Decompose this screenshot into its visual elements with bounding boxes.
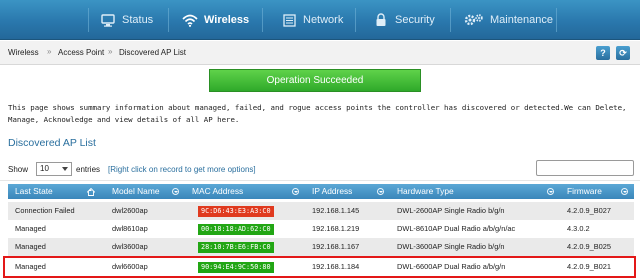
nav-tab-label: Status xyxy=(122,14,154,26)
cell-model-name: dwl2600ap xyxy=(112,206,148,215)
column-header-firmware[interactable]: Firmware xyxy=(560,184,634,199)
network-icon xyxy=(281,12,297,28)
divider xyxy=(0,180,640,181)
cell-model-name: dwl3600ap xyxy=(112,242,148,251)
column-label: Firmware xyxy=(567,186,602,196)
section-title: Discovered AP List xyxy=(8,137,96,149)
nav-tab-label: Maintenance xyxy=(490,14,553,26)
column-label: MAC Address xyxy=(192,186,244,196)
table-row[interactable]: Managed dwl8610ap 00:18:18:AD:62:C0 192.… xyxy=(8,220,634,238)
nav-tab-label: Network xyxy=(303,14,344,26)
table-row[interactable]: Connection Failed dwl2600ap 9C:D6:43:E3:… xyxy=(8,202,634,220)
page-description: This page shows summary information abou… xyxy=(8,103,627,124)
cell-ip-address: 192.168.1.145 xyxy=(312,206,360,215)
breadcrumb: Wireless » Access Point » Discovered AP … xyxy=(0,41,640,65)
nav-divider xyxy=(262,8,263,32)
nav-tab-label: Wireless xyxy=(204,14,250,26)
breadcrumb-separator: » xyxy=(47,47,52,56)
cell-ip-address: 192.168.1.219 xyxy=(312,224,360,233)
cell-hardware-type: DWL-3600AP Single Radio b/g/n xyxy=(397,242,505,251)
cell-last-state: Managed xyxy=(15,242,46,251)
cell-mac-address: 9C:D6:43:E3:A3:C0 xyxy=(198,202,274,220)
breadcrumb-current: Discovered AP List xyxy=(119,48,186,57)
select-value: 10 xyxy=(40,164,49,173)
nav-tab-network[interactable]: Network xyxy=(281,0,343,40)
refresh-button[interactable]: ⟳ xyxy=(616,46,630,60)
table-row[interactable]: Managed dwl3600ap 28:10:7B:E6:FB:C0 192.… xyxy=(8,238,634,256)
help-button[interactable]: ? xyxy=(596,46,610,60)
nav-divider xyxy=(88,8,89,32)
nav-tab-maintenance[interactable]: Maintenance xyxy=(464,0,553,40)
nav-divider xyxy=(450,8,451,32)
sort-icon xyxy=(292,188,299,195)
column-header-ip-address[interactable]: IP Address xyxy=(305,184,390,199)
nav-divider xyxy=(556,8,557,32)
cell-firmware: 4.2.0.9_B025 xyxy=(567,242,611,251)
nav-divider xyxy=(355,8,356,32)
nav-tab-status[interactable]: Status xyxy=(100,0,153,40)
column-label: IP Address xyxy=(312,186,353,196)
sort-icon xyxy=(377,188,384,195)
selected-row-highlight xyxy=(3,256,636,278)
sort-icon xyxy=(621,188,628,195)
cell-model-name: dwl8610ap xyxy=(112,224,148,233)
mac-badge: 28:10:7B:E6:FB:C0 xyxy=(198,242,274,253)
home-icon xyxy=(87,188,95,196)
monitor-icon xyxy=(100,12,116,28)
success-banner: Operation Succeeded xyxy=(209,69,421,92)
context-menu-hint: [Right click on record to get more optio… xyxy=(108,165,256,174)
sort-icon xyxy=(547,188,554,195)
nav-divider xyxy=(168,8,169,32)
cell-mac-address: 00:18:18:AD:62:C0 xyxy=(198,220,274,238)
breadcrumb-wireless[interactable]: Wireless xyxy=(8,48,39,57)
breadcrumb-access-point[interactable]: Access Point xyxy=(58,48,104,57)
cell-firmware: 4.2.0.9_B027 xyxy=(567,206,611,215)
show-label: Show xyxy=(8,165,29,174)
breadcrumb-separator: » xyxy=(108,47,113,56)
nav-tab-wireless[interactable]: Wireless xyxy=(182,0,249,40)
mac-badge: 9C:D6:43:E3:A3:C0 xyxy=(198,206,274,217)
wifi-icon xyxy=(182,12,198,28)
gears-icon xyxy=(464,12,484,28)
column-header-last-state[interactable]: Last State xyxy=(8,184,100,199)
column-header-hardware-type[interactable]: Hardware Type xyxy=(390,184,560,199)
mac-badge: 00:18:18:AD:62:C0 xyxy=(198,224,274,235)
search-input[interactable] xyxy=(536,160,634,176)
column-label: Hardware Type xyxy=(397,186,454,196)
top-navigation: Status Wireless Network Security Mainten… xyxy=(0,0,640,40)
cell-mac-address: 28:10:7B:E6:FB:C0 xyxy=(198,238,274,256)
cell-last-state: Connection Failed xyxy=(15,206,75,215)
cell-hardware-type: DWL-2600AP Single Radio b/g/n xyxy=(397,206,505,215)
sort-icon xyxy=(172,188,179,195)
cell-hardware-type: DWL-8610AP Dual Radio a/b/g/n/ac xyxy=(397,224,516,233)
column-header-model-name[interactable]: Model Name xyxy=(105,184,185,199)
cell-ip-address: 192.168.1.167 xyxy=(312,242,360,251)
entries-per-page-select[interactable]: 10 xyxy=(36,162,72,176)
cell-firmware: 4.3.0.2 xyxy=(567,224,590,233)
column-label: Last State xyxy=(15,186,53,196)
chevron-down-icon xyxy=(62,167,68,171)
column-header-mac-address[interactable]: MAC Address xyxy=(185,184,305,199)
nav-tab-security[interactable]: Security xyxy=(373,0,435,40)
nav-tab-label: Security xyxy=(395,14,435,26)
table-header: Last State Model Name MAC Address IP Add… xyxy=(8,184,634,199)
column-label: Model Name xyxy=(112,186,160,196)
entries-label: entries xyxy=(76,165,101,174)
lock-icon xyxy=(373,12,389,28)
cell-last-state: Managed xyxy=(15,224,46,233)
